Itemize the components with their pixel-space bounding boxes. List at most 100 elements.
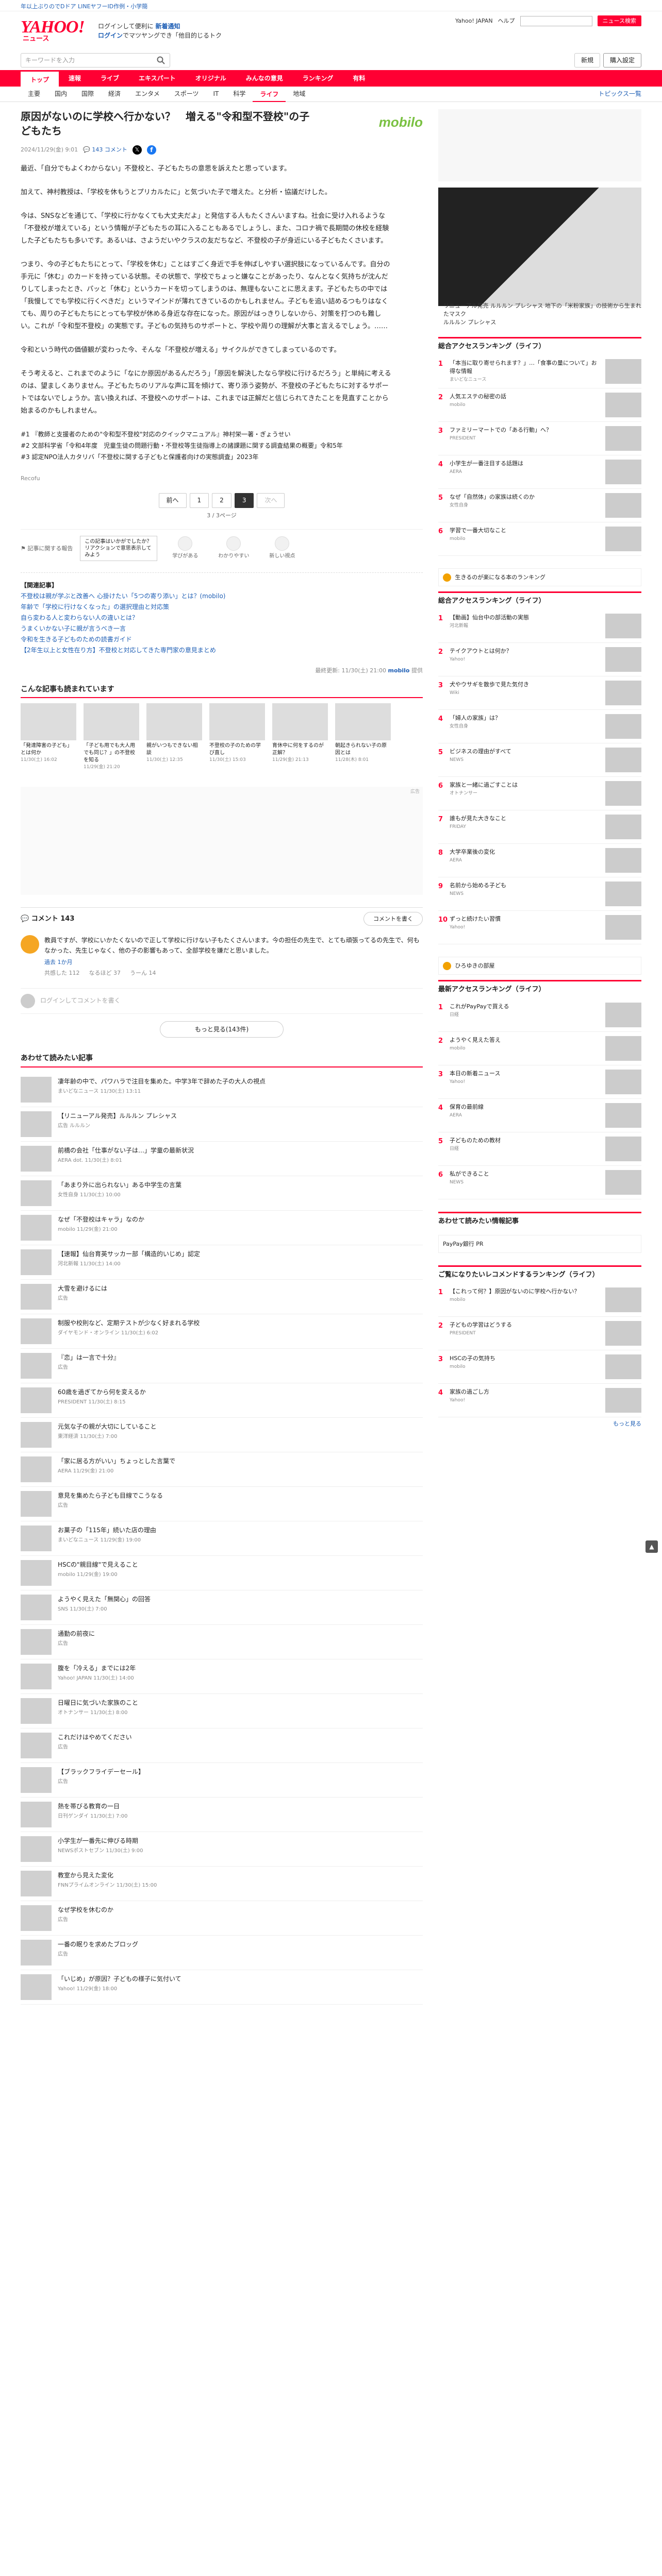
ranking-item[interactable]: 4 家族の過ごし方 Yahoo! bbox=[438, 1384, 641, 1417]
article-list-item[interactable]: 【リニューアル発売】ルルルン プレシャス 広告 ルルルン bbox=[21, 1107, 423, 1142]
ranking-item[interactable]: 2 人気エステの秘密の話 mobilo bbox=[438, 388, 641, 422]
pager-next[interactable]: 次へ bbox=[257, 493, 285, 508]
recommend-card[interactable]: 「子ども用でも大人用でも同じ？」の不登校を知る 11/29(金) 21:20 bbox=[84, 703, 139, 771]
cat-original[interactable]: オリジナル bbox=[186, 70, 236, 87]
ranking-item[interactable]: 4 「婦人の家族」は？ 女性自身 bbox=[438, 710, 641, 744]
ranking-item[interactable]: 3 本日の新着ニュース Yahoo! bbox=[438, 1065, 641, 1099]
ranking-item[interactable]: 3 ファミリーマートでの「ある行動」へ？ PRESIDENT bbox=[438, 422, 641, 456]
sub-science[interactable]: 科学 bbox=[226, 89, 253, 99]
related-link[interactable]: 【2年生以上と女性在り方】不登校と対応してきた専門家の意見まとめ bbox=[21, 645, 423, 656]
article-list-item[interactable]: これだけはやめてください 広告 bbox=[21, 1728, 423, 1763]
related-link[interactable]: 年齢で「学校に行けなくなった」の選択理由と対応策 bbox=[21, 602, 423, 613]
signature-source[interactable]: mobilo bbox=[388, 667, 410, 674]
more-comments-button[interactable]: もっと見る(143件) bbox=[160, 1021, 284, 1038]
article-list-item[interactable]: なぜ学校を休むのか 広告 bbox=[21, 1901, 423, 1936]
sub-main[interactable]: 主要 bbox=[21, 89, 47, 99]
article-list-item[interactable]: 制服や校則など、定期テストが少なく好まれる学校 ダイヤモンド・オンライン 11/3… bbox=[21, 1314, 423, 1349]
sub-sports[interactable]: スポーツ bbox=[167, 89, 206, 99]
cat-live[interactable]: ライブ bbox=[91, 70, 129, 87]
article-list-item[interactable]: 元気な子の親が大切にしていること 東洋経済 11/30(土) 7:00 bbox=[21, 1418, 423, 1452]
ranking-item[interactable]: 1 【動画】仙台中の部活動の実態 河北新報 bbox=[438, 609, 641, 643]
sub-life[interactable]: ライフ bbox=[253, 87, 286, 102]
article-list-item[interactable]: 大雪を避けるには 広告 bbox=[21, 1280, 423, 1314]
comment-nod-button[interactable]: なるほど 37 bbox=[89, 969, 121, 977]
help-link[interactable]: ヘルプ bbox=[498, 16, 515, 25]
related-link[interactable]: 自ら変わる人と変わらない人の違いとは？ bbox=[21, 613, 423, 623]
article-list-item[interactable]: 「家に居る方がいい」ちょっとした言葉で AERA 11/29(金) 21:00 bbox=[21, 1452, 423, 1487]
sub-world[interactable]: 国際 bbox=[74, 89, 101, 99]
article-list-item[interactable]: 「あまり外に出られない」ある中学生の言葉 女性自身 11/30(土) 10:00 bbox=[21, 1176, 423, 1211]
ad-area[interactable]: 広告 bbox=[21, 787, 423, 895]
article-list-item[interactable]: なぜ「不登校はキャラ」なのか mobilo 11/29(金) 21:00 bbox=[21, 1211, 423, 1245]
reaction-learn[interactable]: 学びがある bbox=[164, 536, 206, 561]
ranking-item[interactable]: 6 家族と一緒に過ごすことは オトナンサー bbox=[438, 777, 641, 811]
recommend-card[interactable]: 不登校の子のための学び直し 11/30(土) 15:03 bbox=[209, 703, 265, 771]
header-search-button[interactable]: ニュース検索 bbox=[597, 15, 641, 27]
purchase-settings-button[interactable]: 購入設定 bbox=[603, 53, 641, 68]
article-list-item[interactable]: 60歳を過ぎてから何を変えるか PRESIDENT 11/30(土) 8:15 bbox=[21, 1383, 423, 1418]
article-comment-link[interactable]: 💬 143 コメント bbox=[83, 145, 127, 154]
sidebar-ad-banner[interactable]: リニューアル発売 ルルルン プレシャス 地下の「米粉家族」の技術から生まれたマス… bbox=[438, 188, 641, 326]
new-button[interactable]: 新規 bbox=[574, 53, 600, 68]
article-list-item[interactable]: 【速報】仙台育英サッカー部「構造的いじめ」認定 河北新報 11/30(土) 14:… bbox=[21, 1245, 423, 1280]
yahoo-japan-link[interactable]: Yahoo! JAPAN bbox=[455, 16, 493, 25]
cat-paid[interactable]: 有料 bbox=[343, 70, 375, 87]
reaction-clear[interactable]: わかりやすい bbox=[213, 536, 254, 561]
related-link[interactable]: 令和を生きる子どものための読書ガイド bbox=[21, 634, 423, 645]
ranking-item[interactable]: 6 学習で一番大切なこと mobilo bbox=[438, 522, 641, 556]
ranking-item[interactable]: 2 テイクアウトとは何か？ Yahoo! bbox=[438, 643, 641, 677]
article-list-item[interactable]: お菓子の「115年」続いた店の理由 まいどなニュース 11/29(金) 19:00 bbox=[21, 1521, 423, 1556]
ranking-item[interactable]: 6 私ができること NEWS bbox=[438, 1166, 641, 1199]
ranking-item[interactable]: 7 誰もが見た大きなこと FRIDAY bbox=[438, 810, 641, 844]
article-list-item[interactable]: 『恋」は一言で十分』 広告 bbox=[21, 1349, 423, 1383]
sub-entertainment[interactable]: エンタメ bbox=[128, 89, 167, 99]
ranking-item[interactable]: 1 これがPayPayで買える 日経 bbox=[438, 998, 641, 1032]
article-list-item[interactable]: 前橋の会社「仕事がない子は…」学童の最新状況 AERA dot. 11/30(土)… bbox=[21, 1142, 423, 1176]
article-list-item[interactable]: 「いじめ」が原因？子どもの様子に気付いて Yahoo! 11/29(金) 18:0… bbox=[21, 1970, 423, 2005]
ranking-item[interactable]: 2 子どもの学習はどうする PRESIDENT bbox=[438, 1317, 641, 1350]
related-link[interactable]: うまくいかない子に親が言うべき一言 bbox=[21, 623, 423, 634]
paypay-promo[interactable]: PayPay銀行 PR bbox=[438, 1234, 641, 1253]
cat-ranking[interactable]: ランキング bbox=[293, 70, 343, 87]
ranking-item[interactable]: 3 HSCの子の気持ち mobilo bbox=[438, 1350, 641, 1384]
yahoo-news-logo[interactable]: YAHOO! ニュース bbox=[21, 18, 88, 44]
x-share-icon[interactable]: 𝕏 bbox=[132, 145, 142, 155]
search-input[interactable]: キーワードを入力 bbox=[21, 53, 170, 67]
recommend-card[interactable]: 育休中に何をするのが正解？ 11/29(金) 21:13 bbox=[272, 703, 328, 771]
article-list-item[interactable]: 教室から見えた変化 FNNプライムオンライン 11/30(土) 15:00 bbox=[21, 1867, 423, 1901]
ranking-item[interactable]: 2 ようやく見えた答え mobilo bbox=[438, 1032, 641, 1065]
comment-hmm-button[interactable]: うーん 14 bbox=[130, 969, 156, 977]
article-list-item[interactable]: 日曜日に気づいた家族のこと オトナンサー 11/30(土) 8:00 bbox=[21, 1694, 423, 1728]
sub-it[interactable]: IT bbox=[206, 89, 226, 99]
pager-page-1[interactable]: 1 bbox=[189, 493, 209, 508]
promo1-link[interactable]: 新着通知 bbox=[155, 23, 180, 30]
sub-domestic[interactable]: 国内 bbox=[47, 89, 74, 99]
comment-input[interactable]: ログインしてコメントを書く bbox=[21, 988, 423, 1014]
article-list-item[interactable]: 凄年齢の中で、パワハラで注目を集めた。中学3年で辞めた子の大人の視点 まいどなニュ… bbox=[21, 1073, 423, 1107]
recommend-card[interactable]: 「発達障害の子ども」とは何か 11/30(土) 16:02 bbox=[21, 703, 76, 771]
article-list-item[interactable]: 一番の眠りを求めたブロッグ 広告 bbox=[21, 1936, 423, 1970]
ranking-item[interactable]: 5 なぜ「自然体」の家族は続くのか 女性自身 bbox=[438, 489, 641, 523]
topics-list-link[interactable]: トピックス一覧 bbox=[598, 89, 641, 99]
sub-local[interactable]: 地域 bbox=[286, 89, 312, 99]
reaction-new-view[interactable]: 新しい視点 bbox=[261, 536, 303, 561]
article-list-item[interactable]: ようやく見えた「無関心」の回答 SNS 11/30(土) 7:00 bbox=[21, 1590, 423, 1625]
recommend-card[interactable]: 親がいつもできない相談 11/30(土) 12:35 bbox=[146, 703, 202, 771]
ranking-item[interactable]: 4 小学生が一番注目する話題は AERA bbox=[438, 455, 641, 489]
article-list-item[interactable]: 通勤の前夜に 広告 bbox=[21, 1625, 423, 1659]
side-promo[interactable]: ひろゆきの部屋 bbox=[438, 957, 641, 975]
scroll-top-button[interactable]: ▲ bbox=[646, 1540, 658, 1553]
cat-top[interactable]: トップ bbox=[21, 70, 59, 87]
article-list-item[interactable]: HSCの"親目線"で見えること mobilo 11/29(金) 19:00 bbox=[21, 1556, 423, 1590]
more-link[interactable]: もっと見る bbox=[438, 1419, 641, 1428]
cat-breaking[interactable]: 速報 bbox=[59, 70, 91, 87]
ranking-item[interactable]: 4 保育の最前線 AERA bbox=[438, 1099, 641, 1132]
article-list-item[interactable]: 意見を集めたら子ども目線でこうなる 広告 bbox=[21, 1487, 423, 1521]
pager-prev[interactable]: 前へ bbox=[158, 493, 187, 508]
mobilo-logo[interactable]: mobilo bbox=[330, 109, 423, 135]
report-link[interactable]: ⚑ 記事に関する報告 bbox=[21, 544, 73, 553]
pager-page-2[interactable]: 2 bbox=[212, 493, 231, 508]
promo2-link[interactable]: ログイン bbox=[98, 32, 123, 39]
related-link[interactable]: 不登校は親が学ぶと改善へ 心掛けたい「5つの寄り添い」とは？(mobilo) bbox=[21, 591, 423, 602]
cat-expert[interactable]: エキスパート bbox=[129, 70, 186, 87]
